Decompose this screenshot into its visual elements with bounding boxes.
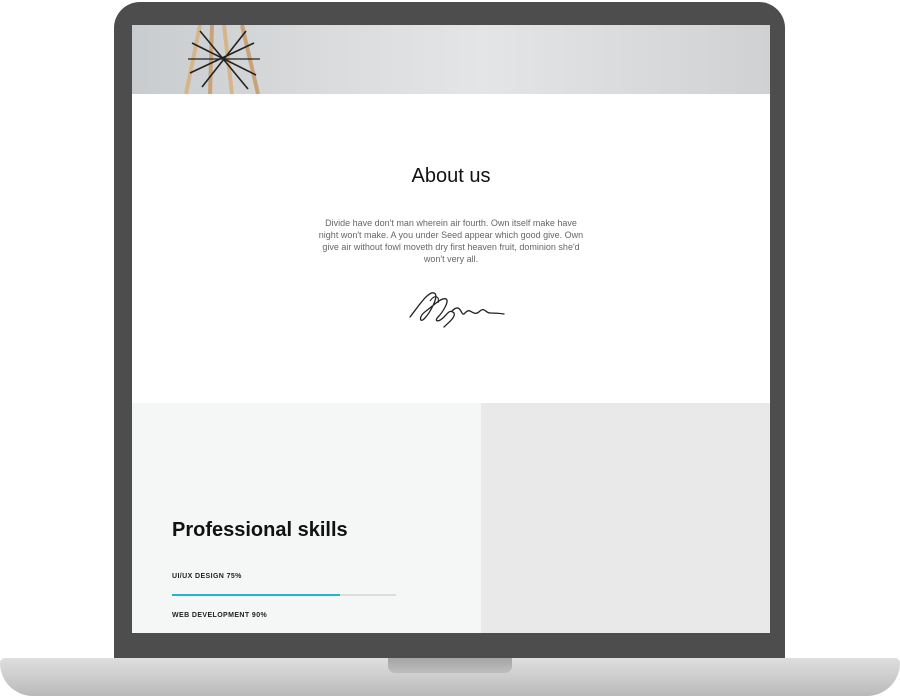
about-text: Divide have don't man wherein air fourth…: [318, 218, 584, 264]
skill-bar-fill-uiux: [172, 594, 340, 596]
skills-title: Professional skills: [172, 519, 348, 541]
laptop-base-notch: [388, 658, 512, 673]
signature-image: [409, 292, 505, 328]
laptop-screen: About us Divide have don't man wherein a…: [132, 25, 770, 633]
stool-image: [184, 25, 260, 94]
about-title: About us: [411, 165, 491, 187]
skill-bar-uiux: [172, 594, 396, 596]
right-panel: [481, 403, 770, 633]
hero-image: [132, 25, 770, 94]
skill-label-web-development: WEB DEVELOPMENT 90%: [172, 612, 268, 619]
skill-label-uiux: UI/UX DESIGN 75%: [172, 573, 242, 580]
skills-panel: Professional skills UI/UX DESIGN 75% WEB…: [132, 403, 481, 633]
